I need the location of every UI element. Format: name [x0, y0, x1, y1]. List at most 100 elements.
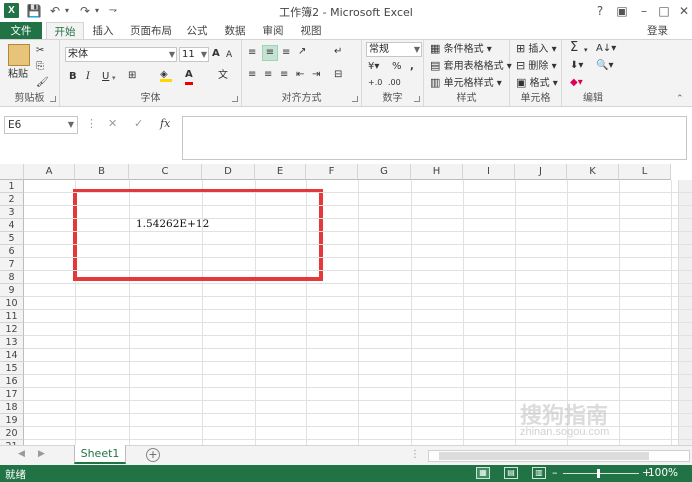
column-header[interactable]: L: [619, 164, 671, 180]
alignment-launcher-icon[interactable]: [352, 96, 358, 102]
row-header[interactable]: 9: [0, 284, 24, 297]
font-color-button[interactable]: A: [185, 68, 193, 85]
row-header[interactable]: 16: [0, 375, 24, 388]
row-header[interactable]: 4: [0, 219, 24, 232]
copy-icon[interactable]: ⎘: [36, 60, 44, 74]
tab-insert[interactable]: 插入: [86, 22, 120, 40]
align-bottom-icon[interactable]: ≡: [282, 46, 290, 60]
vertical-scrollbar[interactable]: [678, 180, 692, 445]
horizontal-scroll-thumb[interactable]: [439, 452, 649, 460]
font-size-select[interactable]: 11 ▼: [179, 47, 209, 62]
font-name-select[interactable]: 宋体 ▼: [65, 47, 177, 62]
column-header[interactable]: K: [567, 164, 619, 180]
grow-font-button[interactable]: A: [212, 47, 220, 61]
paste-button[interactable]: 粘贴: [8, 68, 28, 82]
number-launcher-icon[interactable]: [414, 96, 420, 102]
row-header[interactable]: 12: [0, 323, 24, 336]
sort-filter-icon[interactable]: A↓▾: [596, 42, 616, 56]
select-all-corner[interactable]: [0, 164, 24, 180]
column-header[interactable]: G: [358, 164, 411, 180]
row-header[interactable]: 17: [0, 388, 24, 401]
insert-cells-button[interactable]: ⊞ 插入 ▾: [516, 42, 557, 57]
collapse-ribbon-icon[interactable]: ⌃: [676, 92, 684, 106]
italic-button[interactable]: I: [86, 70, 90, 84]
row-header[interactable]: 8: [0, 271, 24, 284]
column-header[interactable]: F: [306, 164, 358, 180]
column-header[interactable]: C: [129, 164, 202, 180]
row-header[interactable]: 13: [0, 336, 24, 349]
column-header[interactable]: D: [202, 164, 255, 180]
shrink-font-button[interactable]: A: [226, 48, 232, 62]
column-header[interactable]: B: [75, 164, 129, 180]
tab-review[interactable]: 审阅: [256, 22, 290, 40]
row-header[interactable]: 18: [0, 401, 24, 414]
decrease-indent-icon[interactable]: ⇤: [296, 68, 304, 82]
page-layout-view-icon[interactable]: ▤: [504, 467, 518, 479]
row-header[interactable]: 14: [0, 349, 24, 362]
border-icon[interactable]: ⊞: [128, 69, 136, 83]
format-painter-icon[interactable]: 🖌: [36, 76, 49, 90]
ribbon-display-button[interactable]: ▣: [612, 2, 632, 20]
underline-button[interactable]: U: [102, 70, 109, 84]
currency-icon[interactable]: ¥▾: [368, 60, 379, 74]
row-header[interactable]: 10: [0, 297, 24, 310]
align-center-icon[interactable]: ≡: [264, 68, 272, 82]
wrap-text-icon[interactable]: ↵: [334, 45, 342, 59]
fill-icon[interactable]: ⬇▾: [570, 59, 583, 73]
align-middle-icon[interactable]: ≡: [262, 45, 278, 61]
cancel-formula-button[interactable]: ✕: [108, 117, 117, 130]
page-break-view-icon[interactable]: ▥: [532, 467, 546, 479]
align-right-icon[interactable]: ≡: [280, 68, 288, 82]
name-box[interactable]: E6 ▼: [4, 116, 78, 134]
restore-button[interactable]: □: [654, 2, 674, 20]
autosum-dropdown-icon[interactable]: ▾: [584, 43, 588, 57]
tab-file[interactable]: 文件: [0, 22, 42, 40]
merge-center-icon[interactable]: ⊟: [334, 68, 342, 82]
comma-button[interactable]: ,: [410, 60, 414, 74]
zoom-slider-thumb[interactable]: [597, 469, 600, 478]
enter-formula-button[interactable]: ✓: [134, 117, 143, 130]
login-link[interactable]: 登录: [647, 23, 668, 38]
align-left-icon[interactable]: ≡: [248, 68, 256, 82]
close-button[interactable]: ✕: [674, 2, 692, 20]
next-sheet-icon[interactable]: ▶: [38, 449, 45, 459]
zoom-out-icon[interactable]: –: [552, 466, 558, 480]
percent-button[interactable]: %: [392, 60, 402, 74]
number-format-select[interactable]: 常规 ▼: [366, 42, 422, 57]
decrease-decimal-icon[interactable]: .00: [388, 76, 401, 90]
paste-icon[interactable]: [8, 44, 30, 66]
find-select-icon[interactable]: 🔍▾: [596, 59, 613, 73]
underline-dropdown-icon[interactable]: ▾: [112, 71, 116, 85]
insert-function-button[interactable]: fx: [160, 117, 170, 130]
horizontal-scrollbar[interactable]: [428, 450, 690, 462]
tab-formulas[interactable]: 公式: [180, 22, 214, 40]
row-header[interactable]: 20: [0, 427, 24, 440]
normal-view-icon[interactable]: ▦: [476, 467, 490, 479]
minimize-button[interactable]: –: [634, 2, 654, 20]
row-header[interactable]: 11: [0, 310, 24, 323]
clipboard-launcher-icon[interactable]: [50, 96, 56, 102]
increase-decimal-icon[interactable]: +.0: [368, 76, 382, 90]
zoom-slider[interactable]: [563, 473, 639, 474]
autosum-button[interactable]: Σ: [570, 41, 578, 55]
row-header[interactable]: 15: [0, 362, 24, 375]
align-top-icon[interactable]: ≡: [248, 46, 256, 60]
add-sheet-button[interactable]: +: [146, 448, 160, 462]
row-header[interactable]: 3: [0, 206, 24, 219]
fill-color-icon[interactable]: ◈: [160, 68, 172, 82]
format-as-table-button[interactable]: ▤ 套用表格格式 ▾: [430, 59, 512, 74]
column-header[interactable]: H: [411, 164, 463, 180]
delete-cells-button[interactable]: ⊟ 删除 ▾: [516, 59, 557, 74]
orientation-icon[interactable]: ↗: [298, 45, 306, 59]
conditional-format-button[interactable]: ▦ 条件格式 ▾: [430, 42, 492, 57]
row-header[interactable]: 19: [0, 414, 24, 427]
row-header[interactable]: 2: [0, 193, 24, 206]
zoom-level[interactable]: 100%: [648, 467, 678, 479]
tab-home[interactable]: 开始: [46, 22, 84, 40]
column-header[interactable]: A: [24, 164, 75, 180]
tab-data[interactable]: 数据: [218, 22, 252, 40]
cut-icon[interactable]: ✂: [36, 44, 44, 58]
sheet-tab-sheet1[interactable]: Sheet1: [74, 445, 126, 464]
prev-sheet-icon[interactable]: ◀: [18, 449, 25, 459]
column-header[interactable]: E: [255, 164, 306, 180]
